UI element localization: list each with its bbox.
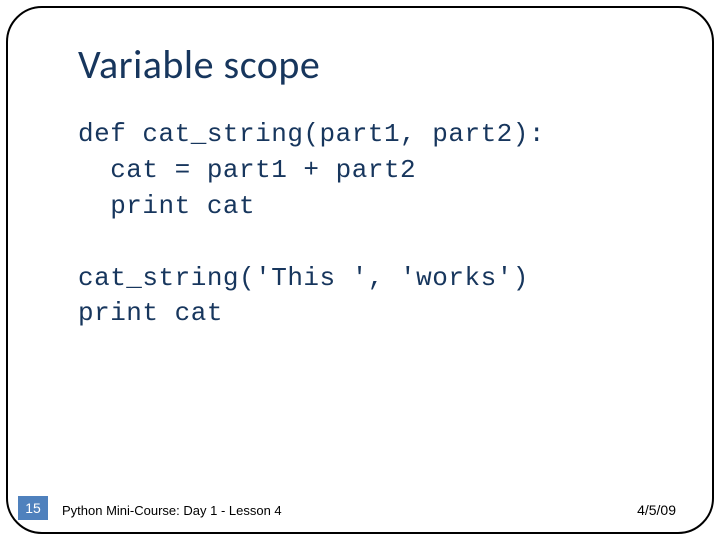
slide-content: Variable scope def cat_string(part1, par…: [78, 40, 680, 332]
slide-number-badge: 15: [18, 496, 48, 520]
footer-course-label: Python Mini-Course: Day 1 - Lesson 4: [62, 503, 282, 518]
code-block: def cat_string(part1, part2): cat = part…: [78, 117, 680, 332]
footer-date: 4/5/09: [637, 502, 676, 518]
slide-title: Variable scope: [78, 40, 680, 89]
